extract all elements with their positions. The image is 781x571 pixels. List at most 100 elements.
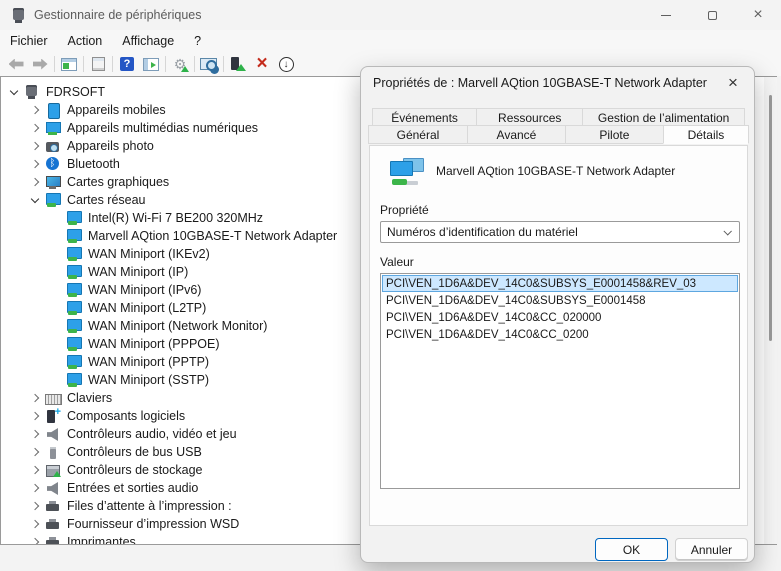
- tab-gestion-alimentation[interactable]: Gestion de l’alimentation: [582, 108, 745, 126]
- tree-chevron-icon[interactable]: [28, 481, 42, 495]
- cancel-button[interactable]: Annuler: [675, 538, 748, 561]
- maximize-button[interactable]: [689, 0, 735, 30]
- computer-icon: [24, 85, 40, 99]
- tree-chevron-icon[interactable]: [28, 121, 42, 135]
- tree-item-label: WAN Miniport (IP): [88, 265, 188, 279]
- update-driver-button[interactable]: [226, 53, 250, 75]
- tree-chevron-icon[interactable]: [49, 211, 63, 225]
- dialog-close-button[interactable]: ×: [722, 73, 744, 93]
- tree-chevron-icon[interactable]: [28, 139, 42, 153]
- tab-pilote[interactable]: Pilote: [565, 125, 664, 144]
- tab-details[interactable]: Détails: [663, 125, 749, 144]
- value-listbox[interactable]: PCI\VEN_1D6A&DEV_14C0&SUBSYS_E0001458&RE…: [380, 273, 740, 489]
- menu-action[interactable]: Action: [58, 32, 113, 50]
- storage-icon: [45, 463, 61, 477]
- tree-chevron-icon[interactable]: [49, 301, 63, 315]
- help-icon: ?: [120, 57, 134, 71]
- tree-chevron-icon[interactable]: [49, 355, 63, 369]
- tree-item-label: WAN Miniport (PPPOE): [88, 337, 220, 351]
- menu-affichage[interactable]: Affichage: [112, 32, 184, 50]
- device-header: Marvell AQtion 10GBASE-T Network Adapter: [390, 158, 675, 188]
- tree-chevron-icon[interactable]: [49, 373, 63, 387]
- toolbar-separator: [54, 56, 55, 72]
- show-panes-button[interactable]: [139, 53, 163, 75]
- tree-chevron-icon[interactable]: [28, 193, 42, 207]
- tree-item-label: WAN Miniport (IKEv2): [88, 247, 210, 261]
- forward-button[interactable]: [28, 53, 52, 75]
- tree-scrollbar[interactable]: [764, 77, 777, 544]
- tree-chevron-icon[interactable]: [28, 517, 42, 531]
- device-manager-icon: [12, 8, 26, 23]
- tree-chevron-icon[interactable]: [49, 319, 63, 333]
- network-icon: [66, 265, 82, 279]
- close-button[interactable]: ×: [735, 0, 781, 30]
- ok-button[interactable]: OK: [595, 538, 668, 561]
- tree-item-label: Cartes graphiques: [67, 175, 169, 189]
- tree-chevron-icon[interactable]: [28, 445, 42, 459]
- disable-device-button[interactable]: ↓: [274, 53, 298, 75]
- tree-chevron-icon[interactable]: [28, 499, 42, 513]
- tree-scrollbar-thumb[interactable]: [769, 95, 772, 341]
- search-computer-button[interactable]: [197, 53, 221, 75]
- tree-chevron-icon[interactable]: [28, 157, 42, 171]
- tree-chevron-icon[interactable]: [49, 283, 63, 297]
- tab-evenements[interactable]: Événements: [372, 108, 477, 126]
- tree-chevron-icon[interactable]: [28, 427, 42, 441]
- scan-hardware-changes-button[interactable]: [168, 53, 192, 75]
- property-dropdown[interactable]: Numéros d’identification du matériel: [380, 221, 740, 243]
- tab-general[interactable]: Général: [368, 125, 468, 144]
- tree-chevron-icon[interactable]: [28, 103, 42, 117]
- tree-item-label: FDRSOFT: [46, 85, 105, 99]
- toolbar-separator: [165, 56, 166, 72]
- properties-button[interactable]: [86, 53, 110, 75]
- network-icon: [66, 337, 82, 351]
- tree-item-label: Appareils photo: [67, 139, 154, 153]
- value-item[interactable]: PCI\VEN_1D6A&DEV_14C0&CC_020000: [382, 309, 738, 326]
- value-item[interactable]: PCI\VEN_1D6A&DEV_14C0&SUBSYS_E0001458: [382, 292, 738, 309]
- network-icon: [66, 247, 82, 261]
- menubar: Fichier Action Affichage ?: [0, 30, 781, 52]
- tree-item-label: Claviers: [67, 391, 112, 405]
- value-item[interactable]: PCI\VEN_1D6A&DEV_14C0&SUBSYS_E0001458&RE…: [382, 275, 738, 292]
- toolbar-separator: [223, 56, 224, 72]
- tree-chevron-icon[interactable]: [49, 247, 63, 261]
- tree-chevron-icon[interactable]: [7, 85, 21, 99]
- device-manager-window: Gestionnaire de périphériques × Fichier …: [0, 0, 781, 571]
- tree-chevron-icon[interactable]: [28, 535, 42, 545]
- tab-avance[interactable]: Avancé: [467, 125, 566, 144]
- menu-help[interactable]: ?: [184, 32, 211, 50]
- tree-chevron-icon[interactable]: [49, 229, 63, 243]
- console-root-button[interactable]: [57, 53, 81, 75]
- tree-chevron-icon[interactable]: [28, 409, 42, 423]
- back-button[interactable]: [4, 53, 28, 75]
- monitor-front-shape: [390, 161, 413, 176]
- network-adapter-icon: [390, 158, 426, 188]
- tree-chevron-icon[interactable]: [28, 463, 42, 477]
- value-item[interactable]: PCI\VEN_1D6A&DEV_14C0&CC_0200: [382, 326, 738, 343]
- tree-chevron-icon[interactable]: [28, 391, 42, 405]
- tab-ressources[interactable]: Ressources: [476, 108, 583, 126]
- tree-chevron-icon[interactable]: [49, 265, 63, 279]
- toolbar-separator: [194, 56, 195, 72]
- uninstall-device-button[interactable]: ×: [250, 53, 274, 75]
- printer-icon: [45, 517, 61, 531]
- console-window-icon: [61, 58, 77, 71]
- tree-item-label: WAN Miniport (PPTP): [88, 355, 209, 369]
- details-tab-page: Marvell AQtion 10GBASE-T Network Adapter…: [369, 145, 748, 526]
- dialog-buttons: OK Annuler: [361, 538, 756, 564]
- tree-chevron-icon[interactable]: [49, 337, 63, 351]
- tree-item-label: Contrôleurs audio, vidéo et jeu: [67, 427, 237, 441]
- minimize-button[interactable]: [643, 0, 689, 30]
- tree-item-label: Imprimantes: [67, 535, 136, 545]
- forward-icon: [33, 59, 48, 70]
- keyboard-icon: [45, 391, 61, 405]
- menu-fichier[interactable]: Fichier: [0, 32, 58, 50]
- window-title: Gestionnaire de périphériques: [34, 8, 201, 22]
- help-button[interactable]: ?: [115, 53, 139, 75]
- tree-chevron-icon[interactable]: [28, 175, 42, 189]
- property-dropdown-value: Numéros d’identification du matériel: [387, 225, 578, 239]
- printer-icon: [45, 535, 61, 545]
- close-icon: ×: [728, 73, 738, 93]
- tree-item-label: Cartes réseau: [67, 193, 146, 207]
- search-computer-icon: [200, 57, 218, 71]
